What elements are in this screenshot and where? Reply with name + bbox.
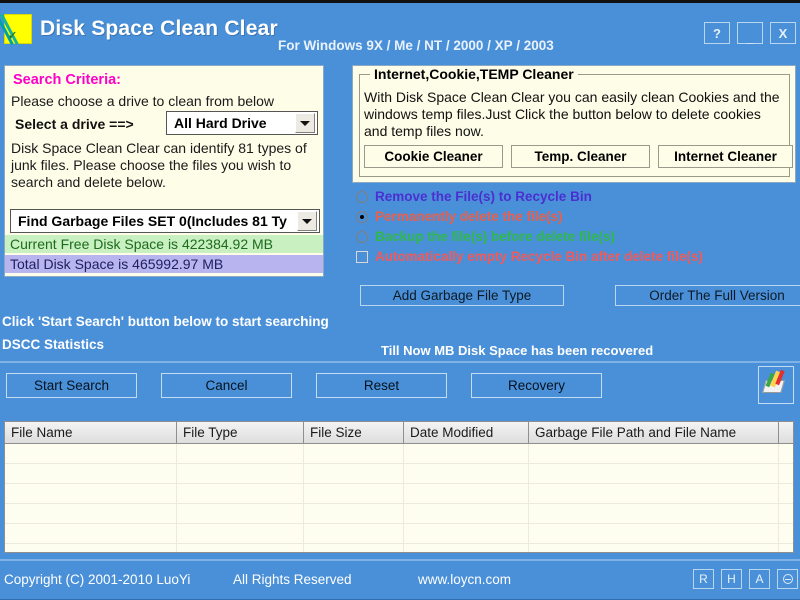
delete-options-group: Remove the File(s) to Recycle Bin Perman… (356, 187, 796, 267)
option-permanent-delete[interactable]: Permanently delete the file(s) (356, 207, 796, 226)
option-backup-label: Backup the file(s) before delete file(s) (375, 229, 616, 244)
cleaner-group-title: Internet,Cookie,TEMP Cleaner (370, 66, 578, 82)
internet-cookie-temp-cleaner-panel: Internet,Cookie,TEMP Cleaner With Disk S… (352, 65, 796, 183)
total-disk-space-status: Total Disk Space is 465992.97 MB (5, 255, 323, 273)
app-subtitle: For Windows 9X / Me / NT / 2000 / XP / 2… (278, 38, 554, 53)
cleaner-group-description: With Disk Space Clean Clear you can easi… (364, 89, 780, 139)
action-button-row: Start Search Cancel Reset Recovery (6, 373, 602, 398)
chevron-down-icon[interactable] (295, 113, 315, 133)
window-controls: ? _ X (704, 22, 796, 44)
help-footer-button[interactable]: H (721, 569, 742, 589)
website-link[interactable]: www.loycn.com (418, 572, 511, 587)
column-header-garbage-path[interactable]: Garbage File Path and File Name (529, 422, 779, 444)
option-backup-before-delete[interactable]: Backup the file(s) before delete file(s) (356, 227, 796, 246)
help-button[interactable]: ? (704, 22, 730, 44)
junk-files-description: Disk Space Clean Clear can identify 81 t… (11, 140, 307, 191)
option-recycle-bin[interactable]: Remove the File(s) to Recycle Bin (356, 187, 796, 206)
cleaner-button-row: Cookie Cleaner Temp. Cleaner Internet Cl… (364, 145, 793, 168)
app-logo-icon: ✓ (0, 13, 32, 45)
copyright-text: Copyright (C) 2001-2010 LuoYi (4, 572, 191, 587)
option-recycle-bin-label: Remove the File(s) to Recycle Bin (375, 189, 592, 204)
app-title: Disk Space Clean Clear (40, 17, 278, 40)
table-header-row: File Name File Type File Size Date Modif… (5, 422, 793, 444)
drive-select-value: All Hard Drive (174, 115, 267, 131)
option-permanent-delete-label: Permanently delete the file(s) (375, 209, 563, 224)
register-button[interactable]: R (693, 569, 714, 589)
internet-cleaner-button[interactable]: Internet Cleaner (658, 145, 793, 168)
reset-button[interactable]: Reset (316, 373, 447, 398)
option-auto-empty-label: Automatically empty Recycle Bin after de… (375, 249, 703, 264)
start-search-button[interactable]: Start Search (6, 373, 137, 398)
drive-instruction-text: Please choose a drive to clean from belo… (11, 93, 275, 109)
rights-text: All Rights Reserved (233, 572, 352, 587)
column-header-date-modified[interactable]: Date Modified (404, 422, 529, 444)
radio-icon[interactable] (356, 190, 368, 203)
minimize-tray-button[interactable] (777, 569, 798, 589)
secondary-button-row: Add Garbage File Type Order The Full Ver… (360, 285, 800, 306)
column-header-file-type[interactable]: File Type (177, 422, 304, 444)
chevron-down-icon[interactable] (297, 211, 317, 231)
column-header-spacer (779, 422, 793, 444)
divider (0, 361, 800, 363)
option-auto-empty-recycle-bin[interactable]: Automatically empty Recycle Bin after de… (356, 247, 796, 266)
free-disk-space-status: Current Free Disk Space is 422384.92 MB (5, 235, 323, 253)
cookie-cleaner-button[interactable]: Cookie Cleaner (364, 145, 503, 168)
temp-cleaner-button[interactable]: Temp. Cleaner (511, 145, 650, 168)
minimize-icon: _ (746, 29, 754, 45)
dscc-statistics-label: DSCC Statistics (2, 337, 105, 352)
close-button[interactable]: X (770, 22, 796, 44)
garbage-set-value: Find Garbage Files SET 0(Includes 81 Ty (18, 213, 287, 229)
radio-icon[interactable] (356, 230, 368, 243)
select-drive-label: Select a drive ==> (15, 116, 134, 132)
title-bar: ✓ Disk Space Clean Clear For Windows 9X … (0, 3, 800, 58)
search-criteria-heading: Search Criteria: (13, 72, 121, 88)
garbage-set-select[interactable]: Find Garbage Files SET 0(Includes 81 Ty (10, 209, 320, 233)
minus-circle-icon (782, 574, 793, 584)
application-window: ✓ Disk Space Clean Clear For Windows 9X … (0, 0, 800, 600)
column-header-file-name[interactable]: File Name (5, 422, 177, 444)
about-button[interactable]: A (749, 569, 770, 589)
column-header-file-size[interactable]: File Size (304, 422, 404, 444)
radio-icon[interactable] (356, 210, 368, 223)
order-full-version-button[interactable]: Order The Full Version (615, 285, 800, 306)
recovered-space-text: Till Now MB Disk Space has been recovere… (381, 343, 654, 358)
checkbox-icon[interactable] (356, 250, 368, 263)
search-hint-text: Click 'Start Search' button below to sta… (2, 314, 329, 329)
search-criteria-panel: Search Criteria: Please choose a drive t… (4, 65, 324, 277)
cancel-button[interactable]: Cancel (161, 373, 292, 398)
recovery-button[interactable]: Recovery (471, 373, 602, 398)
footer-button-row: R H A (693, 569, 798, 589)
drive-select[interactable]: All Hard Drive (166, 111, 318, 135)
minimize-button[interactable]: _ (737, 22, 763, 44)
footer-bar: Copyright (C) 2001-2010 LuoYi All Rights… (0, 561, 800, 600)
table-body (5, 444, 793, 552)
broom-cleanup-icon[interactable] (758, 366, 794, 404)
cleaner-group-box: Internet,Cookie,TEMP Cleaner With Disk S… (359, 66, 793, 177)
add-garbage-file-type-button[interactable]: Add Garbage File Type (360, 285, 564, 306)
results-table[interactable]: File Name File Type File Size Date Modif… (4, 421, 794, 553)
